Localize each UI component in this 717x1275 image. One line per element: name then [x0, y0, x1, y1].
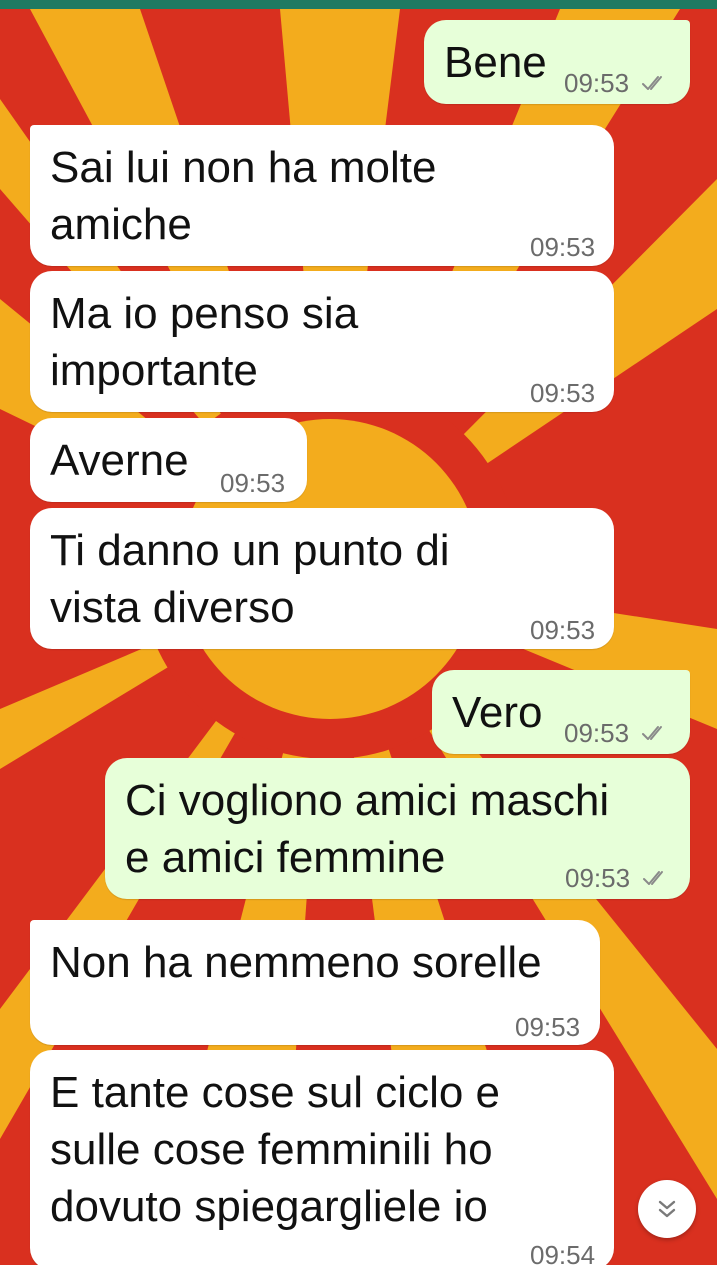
message-timestamp: 09:53: [530, 615, 596, 645]
incoming-message-bubble[interactable]: Sai lui non ha molte amiche 09:53: [30, 125, 614, 266]
message-text: Non ha nemmeno sorelle: [50, 938, 542, 987]
incoming-message-bubble[interactable]: Averne 09:53: [30, 418, 307, 502]
double-check-icon: [643, 871, 663, 885]
message-timestamp: 09:53: [564, 68, 630, 98]
message-text: Vero: [452, 688, 543, 737]
scroll-to-bottom-button[interactable]: [638, 1180, 696, 1238]
bottom-edge: [0, 1265, 717, 1275]
incoming-message-bubble[interactable]: Non ha nemmeno sorelle 09:53: [30, 920, 600, 1045]
message-timestamp: 09:53: [564, 718, 630, 748]
message-timestamp: 09:53: [530, 378, 596, 408]
message-text: Ma io penso sia importante: [50, 289, 359, 395]
incoming-message-bubble[interactable]: Ma io penso sia importante 09:53: [30, 271, 614, 412]
outgoing-message-bubble[interactable]: Bene 09:53: [424, 20, 690, 104]
message-timestamp: 09:53: [220, 468, 286, 498]
message-timestamp: 09:53: [530, 232, 596, 262]
chevron-double-down-icon: [658, 1200, 676, 1218]
outgoing-message-bubble[interactable]: Vero 09:53: [432, 670, 690, 754]
double-check-icon: [642, 76, 662, 90]
double-check-icon: [642, 726, 662, 740]
incoming-message-bubble[interactable]: Ti danno un punto di vista diverso 09:53: [30, 508, 614, 649]
message-text: E tante cose sul ciclo e sulle cose femm…: [50, 1068, 501, 1231]
message-text: Ti danno un punto di vista diverso: [50, 526, 450, 632]
status-bar-strip: [0, 0, 717, 9]
message-text: Averne: [50, 436, 189, 485]
incoming-message-bubble[interactable]: E tante cose sul ciclo e sulle cose femm…: [30, 1050, 614, 1270]
message-text: Sai lui non ha molte amiche: [50, 143, 437, 249]
message-timestamp: 09:53: [515, 1012, 581, 1042]
outgoing-message-bubble[interactable]: Ci vogliono amici maschi e amici femmine…: [105, 758, 690, 899]
message-text: Ci vogliono amici maschi e amici femmine: [125, 776, 610, 882]
message-timestamp: 09:53: [565, 863, 631, 893]
message-text: Bene: [444, 38, 547, 87]
